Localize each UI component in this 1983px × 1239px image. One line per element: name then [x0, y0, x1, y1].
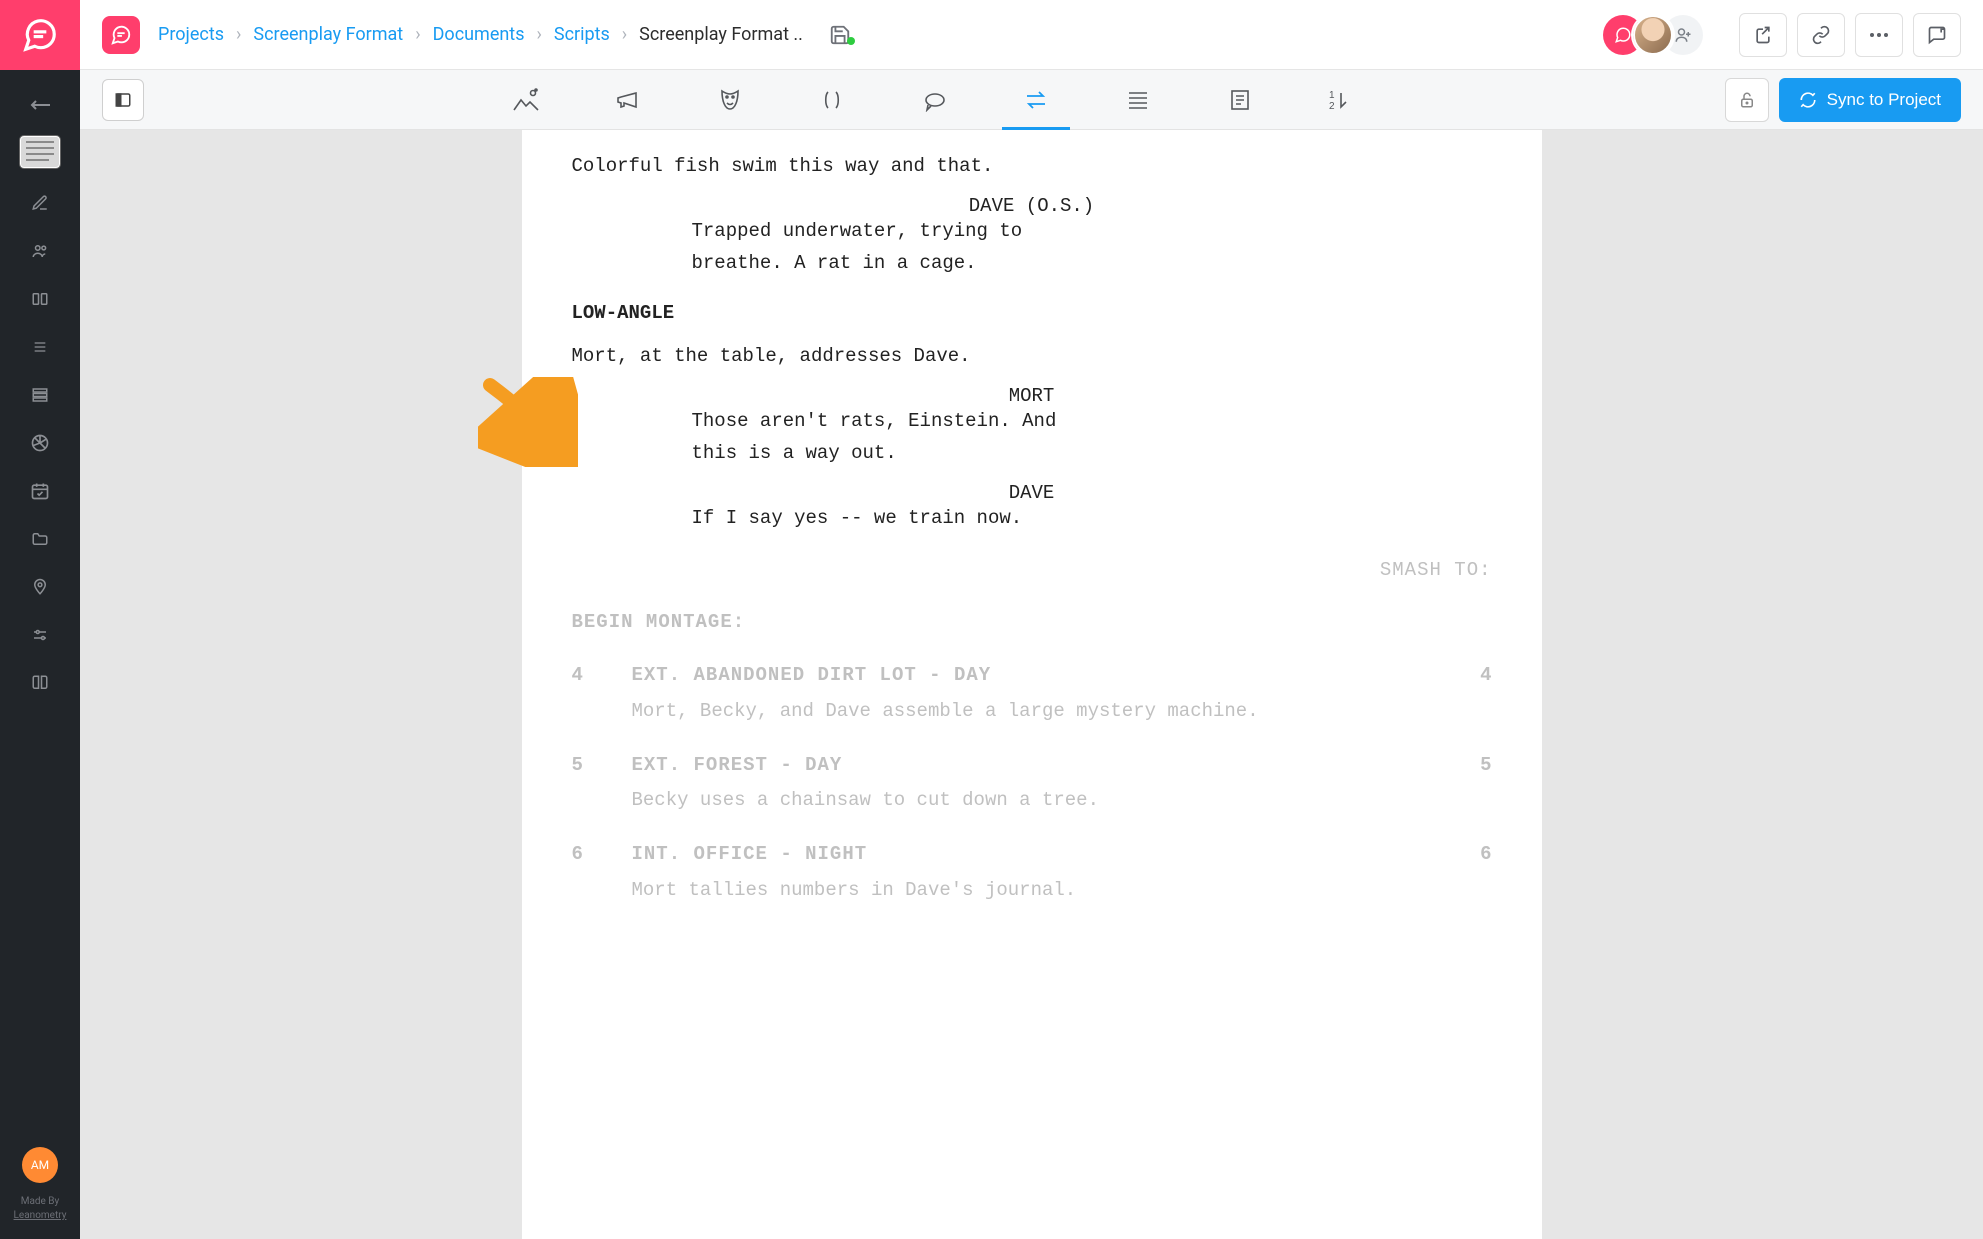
dialogue-line[interactable]: Trapped underwater, trying to [632, 219, 1152, 245]
rows-icon[interactable] [12, 372, 68, 418]
transition-line[interactable]: SMASH TO: [572, 558, 1492, 584]
justify-icon[interactable] [1116, 75, 1160, 125]
left-rail: AM Made By Leanometry [0, 0, 80, 1239]
made-by-footer: Made By Leanometry [14, 1195, 67, 1223]
scene-number-right: 4 [1462, 663, 1492, 689]
dialogue-line[interactable]: If I say yes -- we train now. [632, 506, 1152, 532]
numbered-list-icon[interactable]: 12 [1320, 75, 1364, 125]
note-icon[interactable] [1218, 75, 1262, 125]
sync-icon [1799, 91, 1817, 109]
dialogue-line[interactable]: Those aren't rats, Einstein. And [632, 409, 1152, 435]
scene-description[interactable]: Becky uses a chainsaw to cut down a tree… [632, 788, 1492, 814]
breadcrumb-link-screenplay-format[interactable]: Screenplay Format [253, 24, 403, 45]
book-icon[interactable] [12, 660, 68, 706]
edit-icon[interactable] [12, 180, 68, 226]
parenthetical-icon[interactable] [810, 75, 854, 125]
toggle-sidebar-icon[interactable] [102, 79, 144, 121]
transition-icon[interactable] [1014, 75, 1058, 125]
character-cue[interactable]: MORT [772, 384, 1292, 410]
lock-icon[interactable] [1725, 78, 1769, 122]
shot-heading[interactable]: LOW-ANGLE [572, 301, 1492, 327]
more-icon[interactable] [1855, 13, 1903, 57]
scene-heading[interactable]: EXT. FOREST - DAY [632, 753, 1432, 779]
comments-icon[interactable] [1913, 13, 1961, 57]
chevron-right-icon: › [415, 24, 420, 45]
editor-toolbar: 12 Sync to Project [80, 70, 1983, 130]
breadcrumb-link-documents[interactable]: Documents [433, 24, 525, 45]
brand-logo[interactable] [0, 0, 80, 70]
breadcrumb-link-scripts[interactable]: Scripts [554, 24, 610, 45]
breadcrumb-link-projects[interactable]: Projects [158, 24, 224, 45]
scene-row[interactable]: 5 EXT. FOREST - DAY 5 [572, 753, 1492, 779]
arrow-annotation-icon [478, 377, 578, 467]
svg-text:2: 2 [1329, 101, 1335, 111]
action-line[interactable]: Colorful fish swim this way and that. [572, 154, 1492, 180]
breadcrumb-current: Screenplay Format .. [639, 24, 803, 45]
character-cue[interactable]: DAVE [772, 481, 1292, 507]
user-avatar[interactable]: AM [22, 1147, 58, 1183]
user-face-avatar[interactable] [1633, 15, 1673, 55]
back-arrow-icon[interactable] [12, 82, 68, 128]
mask-icon[interactable] [708, 75, 752, 125]
aperture-icon[interactable] [12, 420, 68, 466]
scene-number-left: 5 [572, 753, 602, 779]
scene-image-icon[interactable] [504, 75, 548, 125]
dialogue-icon[interactable] [912, 75, 956, 125]
collaborator-avatars [1613, 15, 1703, 55]
scene-heading[interactable]: EXT. ABANDONED DIRT LOT - DAY [632, 663, 1432, 689]
calendar-check-icon[interactable] [12, 468, 68, 514]
scene-heading[interactable]: INT. OFFICE - NIGHT [632, 842, 1432, 868]
scene-number-right: 5 [1462, 753, 1492, 779]
montage-begin[interactable]: BEGIN MONTAGE: [572, 610, 1492, 636]
sliders-icon[interactable] [12, 612, 68, 658]
save-icon[interactable] [829, 24, 855, 46]
character-cue[interactable]: DAVE (O.S.) [772, 194, 1292, 220]
people-icon[interactable] [12, 228, 68, 274]
folder-icon[interactable] [12, 516, 68, 562]
sync-to-project-button[interactable]: Sync to Project [1779, 78, 1961, 122]
header-logo[interactable] [102, 16, 140, 54]
megaphone-icon[interactable] [606, 75, 650, 125]
export-icon[interactable] [1739, 13, 1787, 57]
scene-number-left: 6 [572, 842, 602, 868]
breadcrumb: Projects › Screenplay Format › Documents… [158, 24, 803, 45]
document-area[interactable]: Colorful fish swim this way and that. DA… [80, 130, 1983, 1239]
chevron-right-icon: › [622, 24, 627, 45]
chevron-right-icon: › [236, 24, 241, 45]
scene-number-right: 6 [1462, 842, 1492, 868]
action-line[interactable]: Mort, at the table, addresses Dave. [572, 344, 1492, 370]
svg-text:1: 1 [1329, 90, 1335, 101]
script-page[interactable]: Colorful fish swim this way and that. DA… [522, 130, 1542, 1239]
chevron-right-icon: › [536, 24, 541, 45]
dialogue-line[interactable]: breathe. A rat in a cage. [632, 251, 1152, 277]
link-icon[interactable] [1797, 13, 1845, 57]
scene-row[interactable]: 4 EXT. ABANDONED DIRT LOT - DAY 4 [572, 663, 1492, 689]
scene-description[interactable]: Mort tallies numbers in Dave's journal. [632, 878, 1492, 904]
scene-row[interactable]: 6 INT. OFFICE - NIGHT 6 [572, 842, 1492, 868]
scene-description[interactable]: Mort, Becky, and Dave assemble a large m… [632, 699, 1492, 725]
page-thumbnail[interactable] [20, 136, 60, 168]
app-header: Projects › Screenplay Format › Documents… [80, 0, 1983, 70]
split-view-icon[interactable] [12, 276, 68, 322]
scene-number-left: 4 [572, 663, 602, 689]
list-icon[interactable] [12, 324, 68, 370]
location-pin-icon[interactable] [12, 564, 68, 610]
dialogue-line[interactable]: this is a way out. [632, 441, 1152, 467]
